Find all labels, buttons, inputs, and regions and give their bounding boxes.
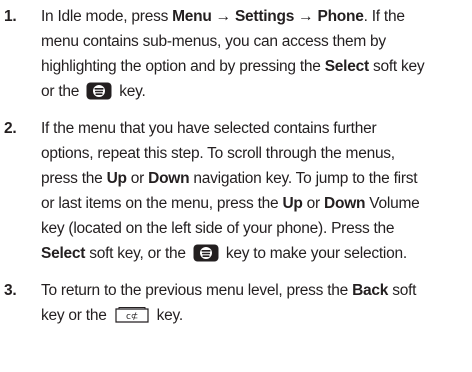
text-segment: press the [41,170,107,187]
bold-term: Select [41,245,86,262]
bold-term: Phone [317,8,364,25]
text-line: In Idle mode, press Menu → Settings → Ph… [41,4,469,29]
text-segment: soft key [368,58,425,75]
text-segment: or [302,195,325,212]
text-line: key (located on the left side of your ph… [41,216,469,241]
text-line: key or the c⊄ key. [41,303,469,328]
bold-term: → [211,8,235,25]
text-line: menu contains sub-menus, you can access … [41,29,469,54]
text-segment: In Idle mode, press [41,8,173,25]
text-line: options, repeat this step. To scroll thr… [41,141,469,166]
svg-text:c⊄: c⊄ [126,312,138,322]
bold-term: Settings [234,8,295,25]
bold-term: Back [352,282,389,299]
text-segment: menu contains sub-menus, you can access … [41,33,386,50]
text-segment: . If the [363,8,405,25]
select-key-icon [86,82,112,108]
step-number: 2. [4,120,17,137]
text-segment: Volume [365,195,420,212]
text-segment: soft [388,282,417,299]
bold-term: Down [148,170,190,187]
text-segment: key to make your selection. [221,245,407,262]
bold-term: → [294,8,318,25]
step-number: 1. [4,8,17,25]
step-2: 2. If the menu that you have selected co… [0,116,472,266]
bold-term: Up [106,170,127,187]
step-1: 1. In Idle mode, press Menu → Settings →… [0,4,472,104]
text-segment: key (located on the left side of your ph… [41,220,395,237]
text-segment: key or the [41,307,111,324]
text-segment: soft key, or the [85,245,190,262]
step-text: In Idle mode, press Menu → Settings → Ph… [41,4,469,104]
text-segment: navigation key. To jump to the first [189,170,418,187]
text-segment: key. [152,307,184,324]
text-line: press the Up or Down navigation key. To … [41,166,469,191]
text-line: or the key. [41,79,469,104]
step-text: To return to the previous menu level, pr… [41,278,469,328]
text-line: Select soft key, or the key to make your… [41,241,469,266]
text-line: or last items on the menu, press the Up … [41,191,469,216]
select-key-icon [193,244,219,270]
text-segment: To return to the previous menu level, pr… [41,282,353,299]
text-segment: or the [41,83,84,100]
text-segment: key. [115,83,146,100]
step-number: 3. [4,282,17,299]
text-segment: or [126,170,149,187]
bold-term: Menu [172,8,212,25]
bold-term: Select [324,58,369,75]
text-segment: highlighting the option and by pressing … [41,58,325,75]
text-line: highlighting the option and by pressing … [41,54,469,79]
text-line: To return to the previous menu level, pr… [41,278,469,303]
bold-term: Down [324,195,366,212]
text-segment: options, repeat this step. To scroll thr… [41,145,395,162]
step-text: If the menu that you have selected conta… [41,116,469,266]
text-line: If the menu that you have selected conta… [41,116,469,141]
bold-term: Up [282,195,303,212]
step-3: 3. To return to the previous menu level,… [0,278,472,328]
text-segment: If the menu that you have selected conta… [41,120,377,137]
back-key-icon: c⊄ [114,306,150,332]
text-segment: or last items on the menu, press the [41,195,283,212]
